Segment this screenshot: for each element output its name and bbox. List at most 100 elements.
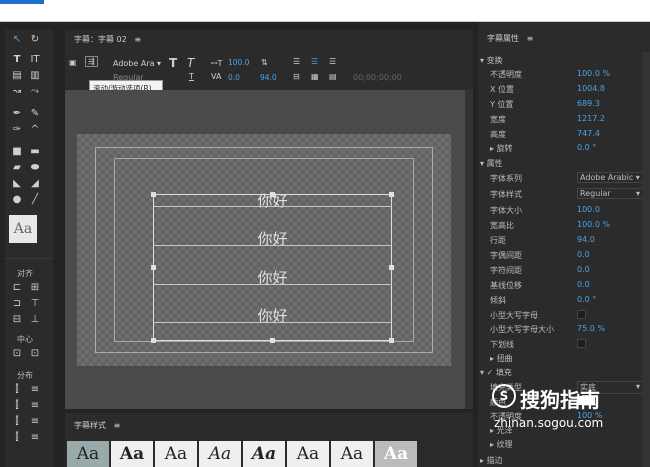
area-type-tool-icon[interactable]: ▤ — [11, 70, 23, 82]
distribute-right-icon[interactable]: ⫿ — [11, 416, 23, 428]
transform-section[interactable]: ▾ 变换 — [480, 55, 503, 66]
align-right-icon[interactable]: ⊐ — [11, 298, 23, 310]
font-family-select[interactable]: Adobe Ara ▾ — [113, 59, 161, 68]
convert-anchor-tool-icon[interactable]: ^ — [29, 124, 41, 136]
leading-value[interactable]: 94.0 — [260, 73, 277, 82]
opacity-value[interactable]: 100.0 % — [577, 69, 610, 78]
font-family-dropdown[interactable]: Adobe Arabic ▾ — [577, 172, 643, 183]
kerning-prop-value[interactable]: 0.0 — [577, 250, 590, 259]
underline-label: 下划线 — [490, 340, 514, 349]
rectangle-tool-icon[interactable]: ■ — [11, 146, 23, 158]
rounded-corner-rect-tool-icon[interactable]: ⬬ — [29, 162, 41, 174]
aspect-value[interactable]: 100.0 % — [577, 220, 610, 229]
watermark-brand: 搜狗指南 — [520, 388, 600, 412]
y-position-value[interactable]: 689.3 — [577, 99, 600, 108]
style-swatch-2[interactable]: Aa — [111, 441, 153, 467]
font-style-dropdown[interactable]: Regular ▾ — [577, 188, 643, 199]
align-left-icon[interactable]: ⊏ — [11, 282, 23, 294]
kerning-value[interactable]: 0.0 — [228, 73, 240, 82]
align-hcenter-icon[interactable]: ⊟ — [11, 314, 23, 326]
small-caps-checkbox[interactable] — [577, 310, 586, 319]
resize-handle-bl[interactable] — [151, 338, 156, 343]
arc-tool-icon[interactable]: ◢ — [29, 178, 41, 190]
bold-icon[interactable]: T — [169, 56, 177, 70]
center-vertical-icon[interactable]: ⊡ — [29, 348, 41, 360]
templates-icon[interactable]: ▤ — [329, 72, 337, 81]
rotate-tool-icon[interactable]: ↻ — [29, 34, 41, 46]
style-swatch-3[interactable]: Aa — [155, 441, 197, 467]
distribute-v-spacing-icon[interactable]: ≡ — [29, 432, 41, 444]
rotation-value[interactable]: 0.0 ° — [577, 143, 596, 152]
wedge-tool-icon[interactable]: ◣ — [11, 178, 23, 190]
distribute-bottom-icon[interactable]: ≡ — [29, 416, 41, 428]
show-background-icon[interactable]: ▦ — [311, 72, 319, 81]
vertical-area-type-tool-icon[interactable]: ▥ — [29, 70, 41, 82]
ellipse-tool-icon[interactable]: ● — [11, 194, 23, 206]
align-center-text-icon[interactable]: ☰ — [311, 57, 318, 66]
align-vcenter-icon[interactable]: ⊞ — [29, 282, 41, 294]
vertical-type-tool-icon[interactable]: IT — [29, 54, 41, 66]
resize-handle-t[interactable] — [270, 192, 275, 197]
style-swatch-7[interactable]: Aa — [331, 441, 373, 467]
style-swatch-6[interactable]: Aa — [287, 441, 329, 467]
height-value[interactable]: 747.4 — [577, 129, 600, 138]
small-caps-size-value[interactable]: 75.0 % — [577, 324, 605, 333]
align-right-text-icon[interactable]: ☰ — [329, 57, 336, 66]
font-size-value[interactable]: 100.0 — [228, 58, 249, 67]
baseline-shift-value[interactable]: 0.0 — [577, 280, 590, 289]
rounded-rect-tool-icon[interactable]: ▬ — [29, 146, 41, 158]
align-bottom-icon[interactable]: ⊥ — [29, 314, 41, 326]
os-title-bar — [0, 0, 650, 22]
resize-handle-l[interactable] — [151, 265, 156, 270]
selection-tool-icon[interactable]: ↖ — [11, 34, 23, 46]
underline-checkbox[interactable] — [577, 339, 586, 348]
x-position-value[interactable]: 1004.8 — [577, 84, 605, 93]
distribute-vcenter-icon[interactable]: ≡ — [29, 400, 41, 412]
delete-anchor-tool-icon[interactable]: ✎ — [29, 108, 41, 120]
roll-crawl-options-icon[interactable]: ⇶ — [85, 56, 98, 67]
resize-handle-br[interactable] — [389, 338, 394, 343]
attributes-section[interactable]: ▾ 属性 — [480, 158, 503, 169]
style-swatch-4[interactable]: Aa — [199, 441, 241, 467]
resize-handle-tr[interactable] — [389, 192, 394, 197]
align-top-icon[interactable]: ⊤ — [29, 298, 41, 310]
slant-value[interactable]: 0.0 ° — [577, 295, 596, 304]
pen-tool-icon[interactable]: ✒ — [11, 108, 23, 120]
align-left-text-icon[interactable]: ☰ — [293, 57, 300, 66]
distort-row[interactable]: ▸ 扭曲 — [490, 353, 513, 364]
align-section-label: 对齐 — [17, 269, 33, 278]
style-swatch-5[interactable]: Aa — [243, 441, 285, 467]
rotation-row[interactable]: ▸ 旋转 — [490, 143, 513, 154]
clipped-corner-rect-tool-icon[interactable]: ▰ — [11, 162, 23, 174]
new-title-icon[interactable]: ▣ — [69, 58, 77, 67]
style-swatch-8[interactable]: Aa — [375, 441, 417, 467]
distribute-hcenter-icon[interactable]: ⫿ — [11, 400, 23, 412]
fill-section[interactable]: ▾ ✓ 填充 — [480, 367, 512, 378]
vertical-path-type-tool-icon[interactable]: ⤳ — [29, 86, 41, 98]
line-tool-icon[interactable]: ╱ — [29, 194, 41, 206]
type-tool-icon[interactable]: T — [11, 54, 23, 66]
distribute-left-icon[interactable]: ⫿ — [11, 384, 23, 396]
resize-handle-r[interactable] — [389, 265, 394, 270]
tab-stops-icon[interactable]: ⊟ — [293, 72, 300, 81]
style-swatch-1[interactable]: Aa — [67, 441, 109, 467]
stroke-section[interactable]: ▸ 描边 — [480, 455, 503, 466]
underline-icon[interactable]: T — [189, 72, 194, 81]
canvas-scrollbar[interactable] — [465, 90, 473, 409]
center-horizontal-icon[interactable]: ⊡ — [11, 348, 23, 360]
distribute-top-icon[interactable]: ≡ — [29, 384, 41, 396]
italic-icon[interactable]: T — [187, 56, 194, 70]
leading-prop-value[interactable]: 94.0 — [577, 235, 595, 244]
add-anchor-tool-icon[interactable]: ✑ — [11, 124, 23, 136]
properties-scrollbar[interactable] — [642, 52, 650, 467]
resize-handle-b[interactable] — [270, 338, 275, 343]
properties-header: 字幕属性 ≡ — [487, 34, 534, 43]
resize-handle-tl[interactable] — [151, 192, 156, 197]
tracking-value[interactable]: 0.0 — [577, 265, 590, 274]
text-bounding-box[interactable]: 你好 你好 你好 你好 — [153, 192, 392, 341]
path-type-tool-icon[interactable]: ↝ — [11, 86, 23, 98]
distribute-h-spacing-icon[interactable]: ⫿ — [11, 432, 23, 444]
font-size-prop-value[interactable]: 100.0 — [577, 205, 600, 214]
width-value[interactable]: 1217.2 — [577, 114, 605, 123]
leading-icon: ⇅ — [261, 58, 268, 67]
